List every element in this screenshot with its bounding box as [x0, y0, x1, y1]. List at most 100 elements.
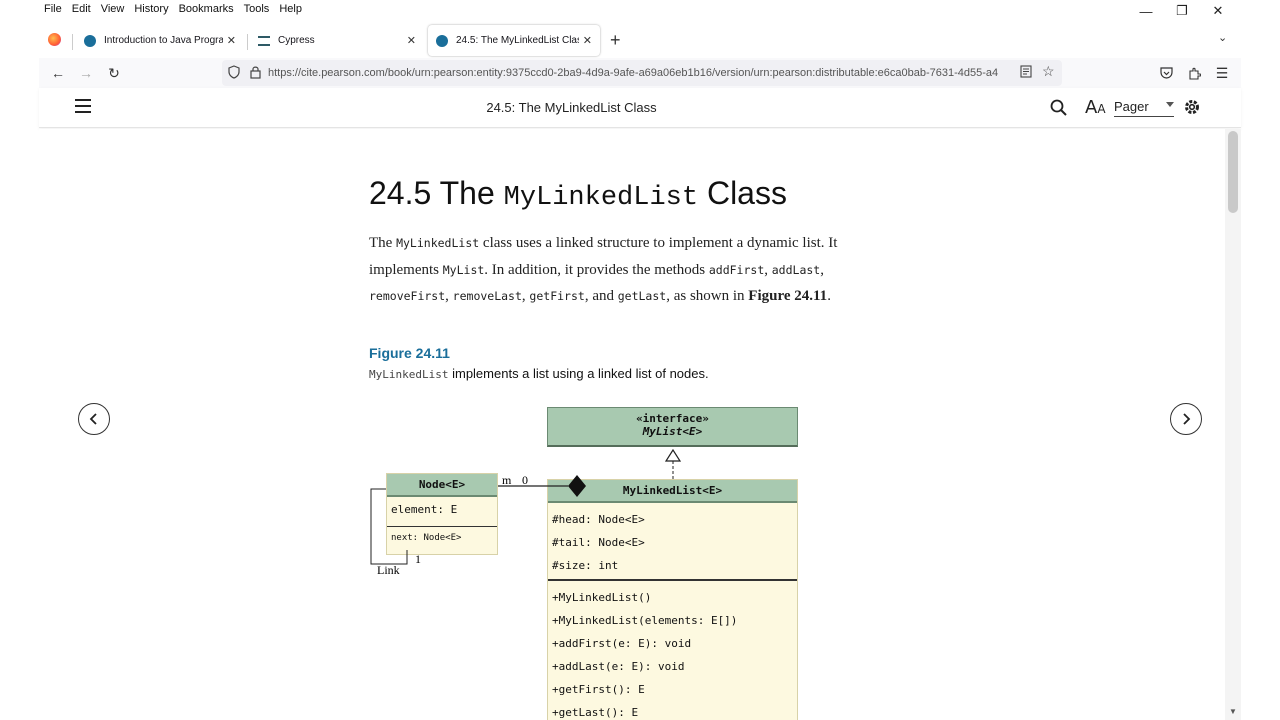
figure-caption: MyLinkedList implements a list using a l… [369, 366, 709, 381]
tab-intro-java[interactable]: Introduction to Java Programming ✕ [76, 25, 244, 56]
tab-title: Cypress [278, 35, 315, 46]
method-item: +MyLinkedList(elements: E[]) [552, 614, 738, 627]
url-text: https://cite.pearson.com/book/urn:pearso… [268, 67, 998, 79]
pearson-icon [84, 34, 96, 47]
tab-separator [247, 34, 248, 50]
menu-help[interactable]: Help [274, 3, 307, 15]
para-code: removeFirst [369, 289, 446, 303]
lock-icon[interactable] [250, 65, 261, 82]
realization-arrow [664, 448, 682, 479]
scroll-down-arrow-icon[interactable]: ▼ [1229, 707, 1237, 716]
chevron-down-icon [1166, 102, 1174, 107]
next-page-button[interactable] [1170, 403, 1202, 435]
intro-paragraph: The MyLinkedList class uses a linked str… [369, 230, 899, 310]
text-size-icon[interactable]: AA [1085, 97, 1106, 118]
navigation-bar: ← → ↻ https://cite.pearson.com/book/urn:… [39, 58, 1241, 88]
close-tab-icon[interactable]: ✕ [407, 34, 416, 47]
back-icon[interactable]: ← [47, 63, 69, 83]
reader-header: 24.5: The MyLinkedList Class AA Pager [39, 88, 1241, 128]
interface-stereotype: «interface» [636, 412, 709, 425]
caption-text: implements a list using a linked list of… [448, 366, 709, 381]
method-item: +getFirst(): E [552, 683, 645, 696]
interface-name: MyList<E> [642, 425, 703, 438]
firefox-view-icon[interactable] [48, 33, 61, 46]
para-text: The [369, 235, 397, 251]
shield-icon[interactable] [228, 65, 240, 82]
caption-code: MyLinkedList [369, 368, 449, 381]
heading-text: Class [698, 175, 787, 211]
book-content: 24.5 The MyLinkedList Class The MyLinked… [39, 129, 1225, 720]
para-text: , as shown in [666, 288, 749, 304]
tab-separator [72, 34, 73, 50]
previous-page-button[interactable] [78, 403, 110, 435]
menu-tools[interactable]: Tools [239, 3, 275, 15]
association-lines [370, 475, 586, 565]
reader-view-icon[interactable] [1020, 65, 1032, 81]
heading-code: MyLinkedList [503, 183, 699, 213]
cypress-icon [258, 35, 270, 46]
para-code: MyLinkedList [396, 236, 480, 250]
link-label: Link [377, 563, 400, 577]
method-item: +getLast(): E [552, 706, 639, 719]
para-code: getLast [617, 289, 667, 303]
menu-bookmarks[interactable]: Bookmarks [174, 3, 239, 15]
para-code: getFirst [529, 289, 585, 303]
menu-edit[interactable]: Edit [67, 3, 96, 15]
method-item: +addLast(e: E): void [552, 660, 685, 673]
section-heading: 24.5 The MyLinkedList Class [369, 175, 787, 213]
new-tab-icon[interactable]: + [610, 30, 621, 51]
link-mult-1: 1 [415, 552, 421, 566]
forward-icon[interactable]: → [75, 63, 97, 83]
tab-mylinkedlist[interactable]: 24.5: The MyLinkedList Class - C ✕ [428, 25, 600, 56]
close-tab-icon[interactable]: ✕ [227, 34, 236, 47]
minimize-icon[interactable]: — [1128, 0, 1164, 22]
url-bar[interactable]: https://cite.pearson.com/book/urn:pearso… [222, 60, 1062, 86]
para-code: MyList [442, 262, 485, 277]
assoc-mult-m: m [502, 473, 512, 487]
restore-icon[interactable]: ❐ [1164, 0, 1200, 22]
window-controls: — ❐ ✕ [1128, 0, 1236, 22]
heading-text: 24.5 The [369, 175, 504, 211]
scroll-thumb[interactable] [1228, 131, 1238, 213]
tab-bar: Introduction to Java Programming ✕ Cypre… [0, 22, 1280, 58]
pocket-icon[interactable] [1155, 63, 1177, 83]
para-text: , [445, 288, 453, 304]
pager-label: Pager [1114, 99, 1149, 114]
reload-icon[interactable]: ↻ [103, 63, 125, 83]
para-code: addLast [771, 262, 821, 277]
tab-title: Introduction to Java Programming [104, 35, 223, 46]
method-item: +addFirst(e: E): void [552, 637, 692, 650]
content-scrollbar[interactable]: ▼ [1225, 129, 1241, 720]
hamburger-menu-icon[interactable]: ☰ [1211, 63, 1233, 83]
settings-gear-icon[interactable] [1183, 98, 1201, 121]
figure-label: Figure 24.11 [369, 345, 450, 361]
bookmark-star-icon[interactable]: ☆ [1042, 63, 1055, 80]
close-tab-icon[interactable]: ✕ [583, 34, 592, 47]
tab-cypress[interactable]: Cypress ✕ [250, 25, 424, 56]
pager-select[interactable]: Pager [1114, 99, 1174, 117]
para-text: . [827, 288, 831, 304]
list-all-tabs-icon[interactable]: ⌄ [1218, 31, 1227, 44]
menu-view[interactable]: View [96, 3, 130, 15]
method-item: +MyLinkedList() [552, 591, 652, 604]
chevron-right-icon [1183, 413, 1191, 425]
screen: File Edit View History Bookmarks Tools H… [0, 0, 1280, 720]
pearson-icon [436, 34, 448, 47]
para-text: , and [584, 288, 618, 304]
methods-section: +MyLinkedList() +MyLinkedList(elements: … [548, 581, 797, 720]
close-window-icon[interactable]: ✕ [1200, 0, 1236, 22]
para-text: . In addition, it provides the methods [484, 261, 709, 278]
extensions-icon[interactable] [1183, 63, 1205, 83]
interface-box: «interface» MyList<E> [547, 407, 798, 447]
menu-file[interactable]: File [0, 3, 67, 15]
search-icon[interactable] [1050, 99, 1067, 121]
assoc-mult-0: 0 [522, 473, 528, 487]
para-text: , [820, 261, 824, 278]
menu-history[interactable]: History [129, 3, 173, 15]
figure-link[interactable]: Figure 24.11 [748, 288, 827, 304]
para-code: removeLast [452, 289, 522, 303]
para-text: , [764, 261, 772, 278]
reader-title: 24.5: The MyLinkedList Class [486, 100, 657, 115]
tab-title: 24.5: The MyLinkedList Class - C [456, 35, 579, 46]
menu-bar: File Edit View History Bookmarks Tools H… [0, 0, 1280, 18]
